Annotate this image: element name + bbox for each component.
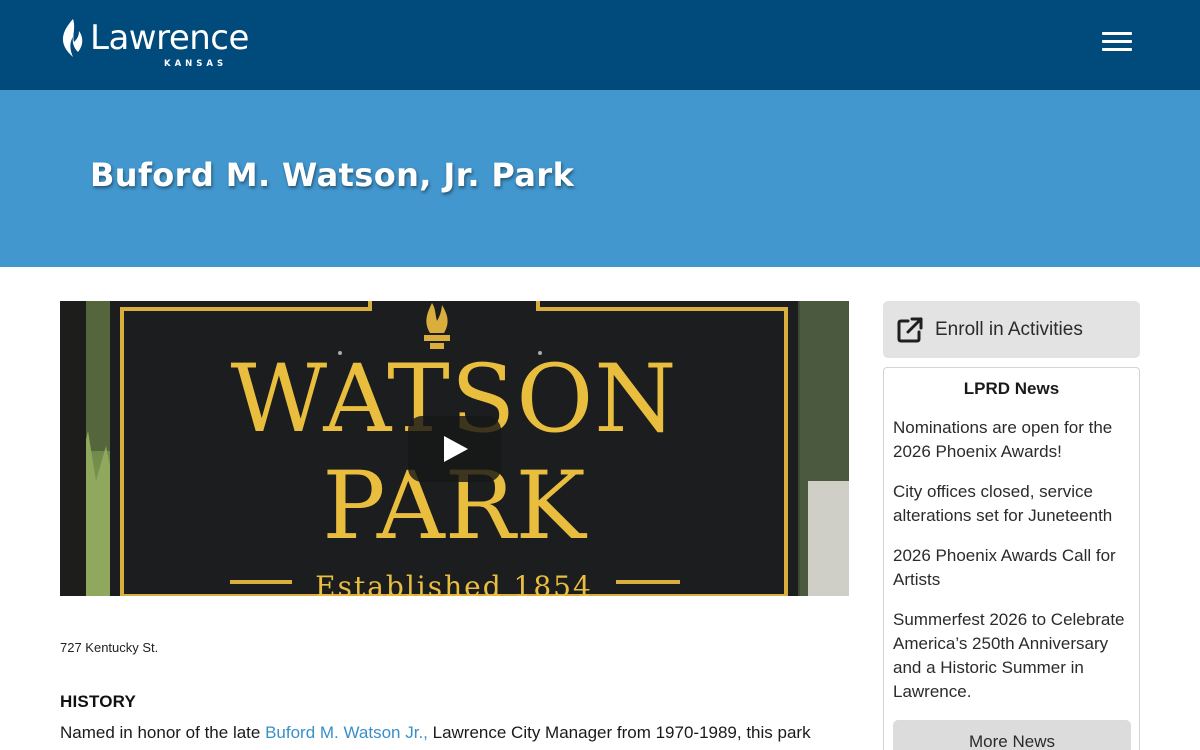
- enroll-label: Enroll in Activities: [935, 318, 1083, 340]
- news-item[interactable]: 2026 Phoenix Awards Call for Artists: [893, 544, 1133, 592]
- news-list: Nominations are open for the 2026 Phoeni…: [893, 416, 1133, 720]
- news-item[interactable]: City offices closed, service alterations…: [893, 480, 1133, 528]
- sign-line-3: Established 1854: [315, 570, 593, 596]
- lawrence-logo[interactable]: Lawrence KANSAS: [60, 18, 249, 72]
- page-title: Buford M. Watson, Jr. Park: [90, 156, 575, 194]
- flame-icon: [63, 19, 83, 57]
- external-link-icon: [897, 317, 923, 342]
- site-header: Lawrence KANSAS: [0, 0, 1200, 90]
- enroll-activities-button[interactable]: Enroll in Activities: [883, 301, 1140, 358]
- history-text-suffix: Lawrence City Manager from 1970-1989, th…: [427, 723, 811, 742]
- news-item[interactable]: Summerfest 2026 to Celebrate America’s 2…: [893, 608, 1133, 704]
- title-banner: Buford M. Watson, Jr. Park: [0, 90, 1200, 267]
- play-icon: [444, 436, 468, 462]
- logo-wordmark: Lawrence: [90, 18, 249, 58]
- park-address: 727 Kentucky St.: [60, 640, 159, 655]
- history-paragraph: Named in honor of the late Buford M. Wat…: [60, 721, 849, 745]
- more-news-button[interactable]: More News: [893, 720, 1131, 750]
- hamburger-menu-icon[interactable]: [1098, 28, 1136, 64]
- buford-watson-link[interactable]: Buford M. Watson Jr.,: [265, 723, 428, 742]
- news-title: LPRD News: [963, 379, 1060, 398]
- history-heading: HISTORY: [60, 692, 137, 711]
- history-text-prefix: Named in honor of the late: [60, 723, 266, 742]
- park-video[interactable]: WATSON PARK Established 1854: [60, 301, 849, 596]
- lprd-news-panel: LPRD News Nominations are open for the 2…: [883, 367, 1140, 750]
- logo-subtext: KANSAS: [164, 59, 228, 69]
- news-item[interactable]: Nominations are open for the 2026 Phoeni…: [893, 416, 1133, 464]
- play-button[interactable]: [408, 416, 501, 482]
